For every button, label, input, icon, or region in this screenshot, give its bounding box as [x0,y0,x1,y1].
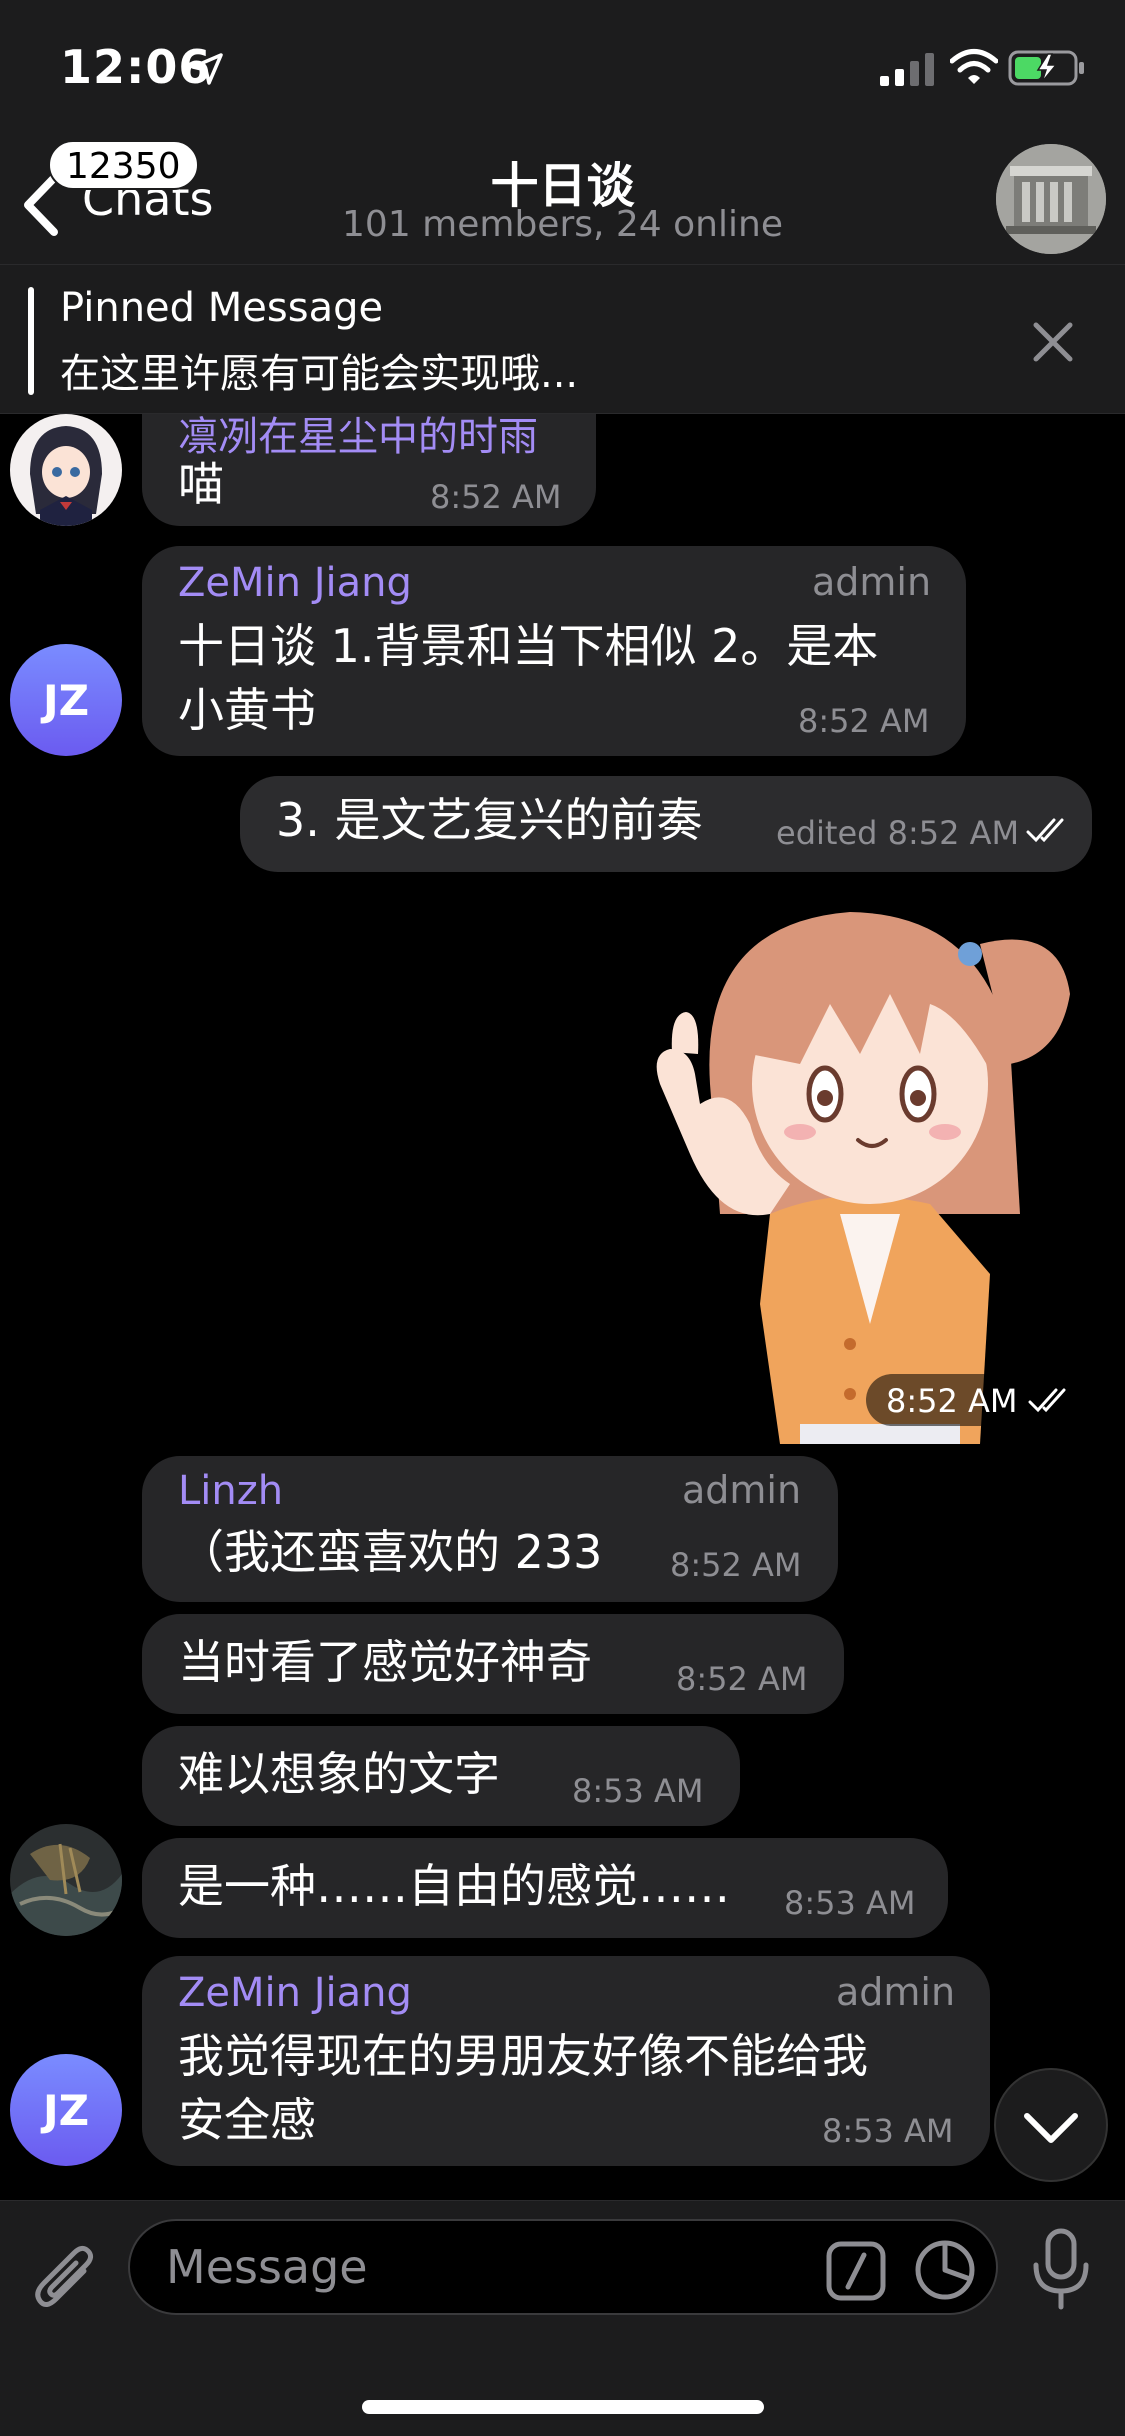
message-bubble[interactable]: 是一种……自由的感觉…… 8:53 AM [142,1838,948,1938]
chevron-down-icon [1024,2113,1078,2143]
message-sender[interactable]: 凛冽在星尘中的时雨 [178,414,538,462]
message-bubble[interactable]: ZeMin Jiang admin 我觉得现在的男朋友好像不能给我 安全感 8:… [142,1956,990,2166]
admin-badge: admin [812,560,932,604]
avatar-anime-girl[interactable] [10,414,122,526]
message-text-line-2: 安全感 [178,2093,316,2147]
message-bubble[interactable]: 当时看了感觉好神奇 8:52 AM [142,1614,844,1714]
group-avatar[interactable] [996,144,1106,254]
sticker-icon[interactable] [914,2239,976,2301]
pinned-indicator [28,287,34,395]
scroll-to-bottom-button[interactable] [994,2068,1108,2182]
pinned-title: Pinned Message [60,285,384,331]
location-arrow-icon [191,53,223,85]
message-text: 3. 是文艺复兴的前奏 [276,793,703,847]
message-sender[interactable]: ZeMin Jiang [178,560,412,606]
message-bubble[interactable]: ZeMin Jiang admin 十日谈 1.背景和当下相似 2。是本 小黄书… [142,546,966,756]
message-text: 是一种……自由的感觉…… [178,1859,730,1913]
message-bubble[interactable]: Linzh admin （我还蛮喜欢的 233 8:52 AM [142,1456,838,1602]
message-text: 喵 [178,457,224,511]
avatar-jz[interactable]: JZ [10,2054,122,2166]
message-text: 难以想象的文字 [178,1747,500,1801]
sticker-time-pill: 8:52 AM [866,1374,1084,1426]
microphone-icon[interactable] [1028,2227,1094,2311]
admin-badge: admin [836,1970,956,2014]
cellular-signal-icon [880,53,934,86]
avatar-jz[interactable]: JZ [10,644,122,756]
pinned-text: 在这里许愿有可能会实现哦... [60,351,579,397]
message-time: 8:53 AM [822,2112,954,2150]
message-text-line-2: 小黄书 [178,683,316,737]
message-text-line-1: 十日谈 1.背景和当下相似 2。是本 [178,619,879,673]
message-time: 8:52 AM [430,478,562,516]
message-sender[interactable]: Linzh [178,1468,283,1514]
message-time: 8:53 AM [784,1884,916,1922]
message-time: 8:52 AM [670,1546,802,1584]
message-bubble[interactable]: 难以想象的文字 8:53 AM [142,1726,740,1826]
message-time: 8:52 AM [886,1382,1018,1420]
outgoing-message-bubble[interactable]: 3. 是文艺复兴的前奏 edited 8:52 AM [240,776,1092,872]
nav-bar: Chats 12350 十日谈 101 members, 24 online [0,132,1125,264]
message-bubble[interactable]: 凛冽在星尘中的时雨 喵 8:52 AM [142,414,596,526]
message-text: 当时看了感觉好神奇 [178,1635,592,1689]
message-time: 8:53 AM [572,1772,704,1810]
message-list[interactable]: 凛冽在星尘中的时雨 喵 8:52 AM ZeMin Jiang admin 十日… [0,414,1125,2200]
pinned-message-bar[interactable]: Pinned Message 在这里许愿有可能会实现哦... [0,264,1125,414]
message-text-line-1: 我觉得现在的男朋友好像不能给我 [178,2029,868,2083]
message-time: 8:52 AM [798,702,930,740]
message-input[interactable] [166,2237,806,2297]
message-time: 8:52 AM [676,1660,808,1698]
message-time: edited 8:52 AM [776,814,1020,852]
double-check-icon [1026,818,1064,843]
message-field[interactable] [128,2219,998,2315]
group-avatar-image [996,144,1106,254]
wifi-icon [950,49,998,84]
home-indicator[interactable] [362,2400,764,2414]
close-icon[interactable] [1030,319,1076,365]
message-sender[interactable]: ZeMin Jiang [178,1970,412,2016]
paperclip-icon[interactable] [30,2241,100,2321]
sticker-message[interactable]: 8:52 AM [600,884,1100,1444]
battery-charging-icon [1008,50,1084,86]
bot-commands-icon[interactable] [826,2241,886,2301]
thumbs-up-anime-girl-sticker [656,912,1070,1444]
message-text: （我还蛮喜欢的 233 [178,1525,603,1579]
chat-subtitle: 101 members, 24 online [342,204,783,245]
status-time: 12:06 [60,40,212,94]
double-check-icon [1028,1388,1066,1413]
admin-badge: admin [682,1468,802,1512]
avatar-painting[interactable] [10,1824,122,1936]
status-bar: 12:06 [0,0,1125,132]
